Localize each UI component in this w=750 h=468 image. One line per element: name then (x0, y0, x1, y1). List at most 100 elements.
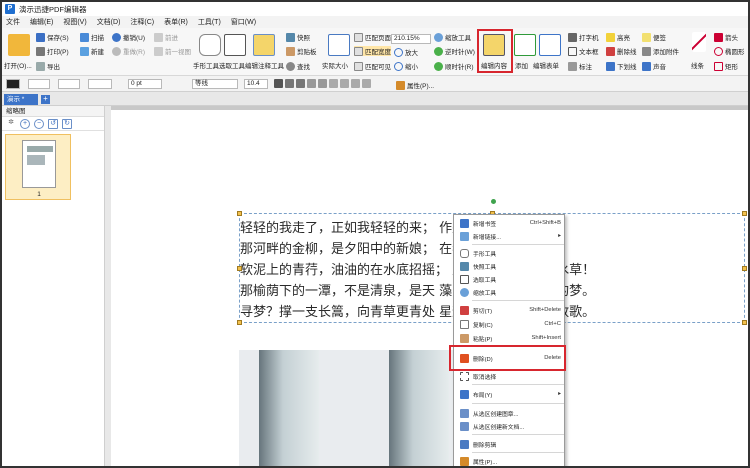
textbox-button[interactable]: 文本框 (568, 46, 599, 56)
select-tool-icon[interactable] (224, 34, 246, 56)
rotate-thumb-cw-icon[interactable]: ↻ (62, 118, 72, 129)
line-icon[interactable] (692, 32, 706, 52)
resize-handle-mr[interactable] (742, 266, 747, 271)
menu-file[interactable]: 文件 (6, 17, 20, 27)
page-thumbnail[interactable] (22, 140, 56, 188)
find-button[interactable]: 查找 (286, 61, 310, 71)
attach-button[interactable]: 添加附件 (642, 46, 679, 56)
menu-item-create-document[interactable]: 从选区创建新文档... (454, 420, 566, 432)
new-tab-button[interactable]: + (41, 95, 50, 104)
resize-handle-br[interactable] (742, 320, 747, 325)
menu-tools[interactable]: 工具(T) (198, 17, 221, 27)
menu-edit[interactable]: 编辑(E) (30, 17, 53, 27)
rotate-handle[interactable] (491, 199, 496, 204)
redo-button[interactable]: 重做(R) (112, 46, 145, 56)
edit-form-button[interactable]: 编辑表单 (533, 60, 559, 70)
menu-item-layout[interactable]: 布局(Y) ▸ (454, 388, 566, 400)
align-left-icon[interactable] (329, 79, 338, 88)
font-size-select[interactable]: 10.4 (244, 79, 268, 89)
menu-item-snapshot-tool[interactable]: 快照工具 (454, 260, 566, 272)
edit-form-icon[interactable] (539, 34, 561, 56)
ellipse-button[interactable]: 椭圆形 (714, 46, 745, 56)
menu-item-copy[interactable]: 复制(C) Ctrl+C (454, 318, 566, 330)
fit-visible-button[interactable]: 匹配可见 (354, 61, 391, 71)
zoom-out-button[interactable]: 缩小 (394, 61, 418, 71)
stroke-style-select[interactable] (28, 79, 50, 89)
select-tool-button[interactable]: 选取工具 (219, 60, 245, 70)
resize-handle-tl[interactable] (237, 211, 242, 216)
superscript-icon[interactable] (307, 79, 316, 88)
menu-item-properties[interactable]: 属性(P)... (454, 455, 566, 466)
rotate-ccw-button[interactable]: 逆时针(W) (434, 46, 475, 56)
edit-annotation-icon[interactable] (253, 34, 275, 56)
menu-item-zoom-tool[interactable]: 缩放工具 (454, 286, 566, 298)
align-right-icon[interactable] (351, 79, 360, 88)
arrow-button[interactable]: 箭头 (714, 32, 738, 42)
typewriter-button[interactable]: 打字机 (568, 32, 599, 42)
bold-icon[interactable] (274, 79, 283, 88)
menu-document[interactable]: 文档(D) (97, 17, 121, 27)
export-button[interactable]: 导出 (36, 61, 60, 71)
annotation-button[interactable]: 标注 (568, 61, 592, 71)
forward-button[interactable]: 前进 (154, 32, 178, 42)
menu-item-hand-tool[interactable]: 手形工具 (454, 247, 566, 259)
add-icon[interactable] (514, 34, 536, 56)
save-button[interactable]: 保存(S) (36, 32, 69, 42)
line-style-select[interactable] (58, 79, 80, 89)
undo-button[interactable]: 撤销(U) (112, 32, 145, 42)
note-button[interactable]: 便签 (642, 32, 666, 42)
zoom-in-thumb-icon[interactable]: + (20, 118, 30, 129)
align-center-icon[interactable] (340, 79, 349, 88)
menu-comment[interactable]: 注释(C) (130, 17, 154, 27)
menu-item-deselect[interactable]: 取消选择 (454, 370, 566, 382)
page-image[interactable] (239, 350, 469, 466)
edit-annotation-button[interactable]: 编辑注释工具 (245, 60, 284, 70)
menu-item-add-link[interactable]: 新增链接... ▸ (454, 230, 566, 242)
new-button[interactable]: 新建 (80, 46, 104, 56)
font-select[interactable]: 等线 (192, 79, 238, 89)
snapshot-button[interactable]: 快照 (286, 32, 310, 42)
rotate-cw-button[interactable]: 顺时针(R) (434, 61, 474, 71)
zoom-out-thumb-icon[interactable]: − (34, 118, 44, 129)
settings-gear-icon[interactable]: ✲ (6, 119, 16, 129)
zoom-select[interactable]: 210.15% (391, 34, 431, 44)
actual-size-button[interactable]: 实际大小 (322, 60, 348, 70)
menu-item-remove-clip[interactable]: 删除剪辑 (454, 438, 566, 450)
menu-view[interactable]: 视图(V) (63, 17, 86, 27)
text-format-buttons[interactable] (274, 79, 373, 88)
rectangle-button[interactable]: 矩形 (714, 61, 738, 71)
fit-width-button[interactable]: 匹配宽度 (354, 46, 391, 56)
resize-handle-bl[interactable] (237, 320, 242, 325)
resize-handle-tr[interactable] (742, 211, 747, 216)
sound-button[interactable]: 声音 (642, 61, 666, 71)
menu-form[interactable]: 表单(R) (164, 17, 188, 27)
subscript-icon[interactable] (318, 79, 327, 88)
fill-color-swatch[interactable] (6, 79, 20, 89)
menu-item-select-tool[interactable]: 选取工具 (454, 273, 566, 285)
hand-tool-button[interactable]: 手形工具 (193, 60, 219, 70)
menu-item-create-stamp[interactable]: 从选区创建图章... (454, 407, 566, 419)
justify-icon[interactable] (362, 79, 371, 88)
resize-handle-ml[interactable] (237, 266, 242, 271)
print-button[interactable]: 打印(P) (36, 46, 69, 56)
pdf-page[interactable]: 轻轻的我走了，正如我轻轻的来； 作别西天的云彩。 那河畔的金柳，是夕阳中的新娘；… (111, 110, 748, 466)
fit-page-button[interactable]: 匹配页面 (354, 32, 391, 42)
clipboard-button[interactable]: 剪贴板 (286, 46, 317, 56)
open-folder-icon[interactable] (8, 34, 30, 56)
menu-item-paste[interactable]: 粘贴(P) Shift+Insert (454, 332, 566, 344)
open-button[interactable]: 打开(O)... (4, 60, 32, 70)
scan-button[interactable]: 扫描 (80, 32, 104, 42)
line-button[interactable]: 线条 (691, 60, 704, 70)
page-thumbnail-selected[interactable]: 1 (5, 134, 71, 200)
border-style-select[interactable] (88, 79, 112, 89)
menu-item-cut[interactable]: 剪切(T) Shift+Delete (454, 304, 566, 316)
hand-tool-icon[interactable] (199, 34, 221, 56)
highlight-button[interactable]: 高亮 (606, 32, 630, 42)
underline-text-icon[interactable] (296, 79, 305, 88)
back-view-button[interactable]: 前一视图 (154, 46, 191, 56)
underline-button[interactable]: 下划线 (606, 61, 637, 71)
properties-button[interactable]: 属性(P)... (396, 80, 434, 90)
strikeout-button[interactable]: 删除线 (606, 46, 637, 56)
line-width-input[interactable]: 0 pt (128, 79, 162, 89)
tab-document[interactable]: 演示 * (4, 94, 38, 105)
